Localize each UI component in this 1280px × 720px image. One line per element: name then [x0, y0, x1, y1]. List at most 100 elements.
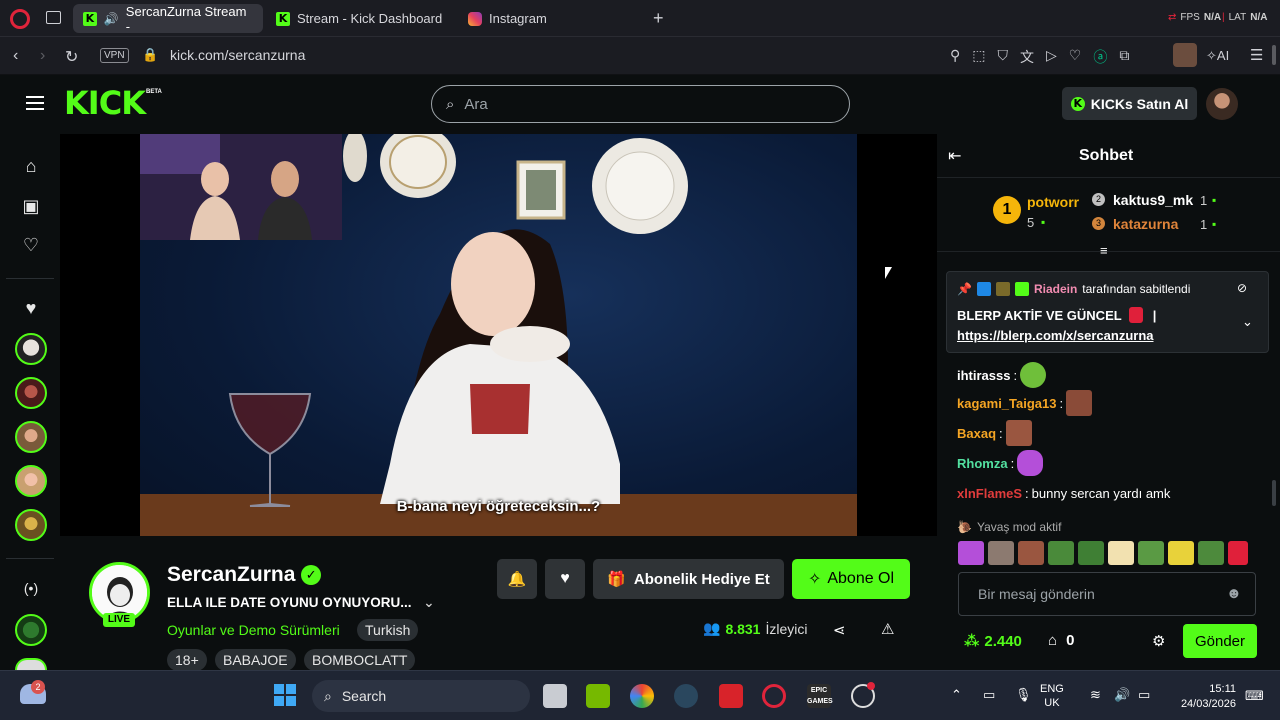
new-tab-button[interactable]: + — [653, 8, 664, 29]
extensions-icon[interactable]: ⧉ — [1119, 47, 1129, 67]
tab-sercanzurna[interactable]: K 🔊 SercanZurna Stream - — [73, 4, 263, 34]
opera-logo-icon[interactable] — [10, 9, 30, 29]
emote-icon[interactable] — [1108, 541, 1134, 565]
gift-subscription-button[interactable]: 🎁 Abonelik Hediye Et — [593, 559, 784, 599]
browse-icon[interactable]: ▣ — [20, 196, 42, 218]
stream-category[interactable]: Oyunlar ve Demo Sürümleri — [167, 622, 340, 638]
chat-username[interactable]: Rhomza — [957, 456, 1008, 471]
back-icon[interactable]: ‹ — [13, 47, 18, 65]
snapshot-icon[interactable]: ⬚ — [972, 47, 985, 67]
profile-avatar[interactable] — [1173, 43, 1197, 67]
following-icon[interactable]: ♡ — [20, 235, 42, 257]
nvidia-icon[interactable] — [586, 684, 610, 708]
extension-a-icon[interactable]: ⓐ — [1093, 47, 1107, 67]
report-icon[interactable]: ⚠ — [881, 620, 894, 638]
emote-icon[interactable] — [1078, 541, 1104, 565]
lock-icon[interactable]: 🔒 — [142, 47, 158, 63]
clock[interactable]: 15:11 24/03/2026 — [1174, 682, 1236, 712]
search-input[interactable]: ⌕ Ara — [431, 85, 850, 123]
chat-input[interactable]: Bir mesaj gönderin ☻ — [958, 572, 1256, 616]
app-icon[interactable] — [719, 684, 743, 708]
wifi-icon[interactable]: ≋ — [1090, 687, 1101, 703]
follow-button[interactable]: ♥ — [545, 559, 585, 599]
taskbar-search[interactable]: ⌕ Search — [312, 680, 530, 712]
hamburger-icon[interactable] — [26, 96, 44, 110]
reload-icon[interactable]: ↻ — [65, 47, 78, 67]
notifications-button[interactable]: 🔔 — [497, 559, 537, 599]
notification-center-icon[interactable]: ⌨ — [1245, 688, 1264, 704]
tab-instagram[interactable]: Instagram — [458, 4, 638, 33]
heart-outline-icon[interactable]: ♡ — [1069, 47, 1082, 67]
chat-username[interactable]: xlnFlameS — [957, 486, 1022, 501]
chrome-icon[interactable] — [630, 684, 654, 708]
chevron-up-icon[interactable]: ⌃ — [951, 687, 962, 703]
heart-icon[interactable]: ♥ — [20, 298, 42, 320]
chevron-down-icon[interactable]: ⌄ — [423, 595, 434, 610]
language-indicator[interactable]: ENG UK — [1040, 682, 1064, 710]
tag-babajoe[interactable]: BABAJOE — [215, 649, 296, 671]
microphone-icon[interactable]: 🎙 — [1015, 687, 1032, 703]
emote-icon[interactable] — [958, 541, 984, 565]
speaker-icon[interactable]: 🔊 — [104, 12, 119, 26]
chat-username[interactable]: ihtirasss — [957, 368, 1010, 383]
emoji-icon[interactable]: ☻ — [1226, 585, 1242, 602]
vpn-badge[interactable]: VPN — [100, 48, 129, 63]
tab-manager-icon[interactable] — [46, 11, 61, 24]
opera-taskbar-icon[interactable] — [762, 684, 786, 708]
task-view-icon[interactable] — [543, 684, 567, 708]
chat-scrollbar[interactable] — [1272, 480, 1276, 506]
battery-icon[interactable]: ▭ — [1138, 687, 1150, 703]
emote-icon[interactable] — [1048, 541, 1074, 565]
pocket-icon[interactable]: ⛉ — [998, 47, 1009, 67]
chat-username[interactable]: kagami_Taiga13 — [957, 396, 1056, 411]
leaderboard-name[interactable]: potworr — [1027, 194, 1079, 210]
send-button[interactable]: Gönder — [1183, 624, 1257, 658]
emote-icon[interactable] — [1228, 541, 1248, 565]
tag-bomboclatt[interactable]: BOMBOCLATT — [304, 649, 416, 671]
expand-leaderboard-icon[interactable]: ≡ — [1100, 243, 1108, 258]
ai-button[interactable]: ✧AI — [1206, 48, 1229, 64]
language-tag[interactable]: Turkish — [357, 619, 419, 641]
followed-channel-avatar[interactable] — [15, 377, 47, 409]
windows-start-icon[interactable] — [274, 684, 296, 706]
gift-counter[interactable]: ⌂ 0 — [1048, 632, 1074, 649]
chat-username[interactable]: Baxaq — [957, 426, 996, 441]
tag-18plus[interactable]: 18+ — [167, 649, 207, 671]
share-icon[interactable]: ⋖ — [833, 621, 846, 639]
followed-channel-avatar[interactable] — [15, 333, 47, 365]
menu-icon[interactable]: ☰ — [1250, 46, 1263, 64]
followed-channel-avatar[interactable] — [15, 421, 47, 453]
pinned-link[interactable]: https://blerp.com/x/sercanzurna — [957, 328, 1154, 343]
live-channels-icon[interactable]: (•) — [20, 580, 42, 602]
play-icon[interactable]: ▷ — [1046, 47, 1057, 67]
url-field[interactable]: kick.com/sercanzurna — [170, 47, 305, 63]
leaderboard-name[interactable]: katazurna — [1113, 216, 1178, 232]
emote-icon[interactable] — [988, 541, 1014, 565]
leaderboard-name[interactable]: kaktus9_mk — [1113, 192, 1193, 208]
emote-icon[interactable] — [1018, 541, 1044, 565]
epic-games-icon[interactable]: EPIC GAMES — [807, 684, 833, 708]
buy-kicks-button[interactable]: K KICKs Satın Al — [1062, 87, 1197, 120]
unpin-icon[interactable]: ⊘ — [1237, 281, 1247, 295]
recommended-channel-avatar[interactable] — [15, 658, 47, 670]
subscribe-button[interactable]: ✧ Abone Ol — [792, 559, 910, 599]
streamer-name[interactable]: SercanZurna ✓ — [167, 563, 322, 587]
chevron-down-icon[interactable]: ⌄ — [1242, 314, 1253, 330]
display-icon[interactable]: ▭ — [983, 687, 995, 703]
forward-icon[interactable]: › — [40, 47, 45, 65]
emote-icon[interactable] — [1198, 541, 1224, 565]
steam-icon[interactable] — [674, 684, 698, 708]
followed-channel-avatar[interactable] — [15, 465, 47, 497]
pin-icon[interactable]: ⚲ — [950, 47, 960, 67]
home-icon[interactable]: ⌂ — [20, 156, 42, 178]
scrollbar[interactable] — [1272, 45, 1276, 65]
chat-settings-icon[interactable]: ⚙ — [1152, 632, 1165, 650]
tab-kick-dashboard[interactable]: K Stream - Kick Dashboard — [266, 4, 456, 33]
volume-icon[interactable]: 🔊 — [1114, 687, 1130, 703]
emote-icon[interactable] — [1168, 541, 1194, 565]
followed-channel-avatar[interactable] — [15, 509, 47, 541]
collapse-chat-icon[interactable]: ⇤ — [948, 146, 961, 166]
recommended-channel-avatar[interactable] — [15, 614, 47, 646]
emote-icon[interactable] — [1138, 541, 1164, 565]
pinned-by-user[interactable]: Riadein — [1034, 282, 1077, 296]
